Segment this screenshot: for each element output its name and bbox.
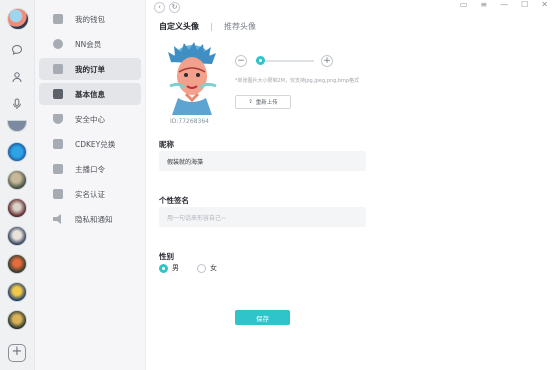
nickname-input[interactable]: 假装就的海藻 bbox=[159, 151, 366, 171]
maximize-icon[interactable]: ☐ bbox=[521, 0, 528, 9]
id-card-icon bbox=[53, 189, 63, 199]
menu-item-label: 隐私和通知 bbox=[75, 214, 113, 224]
signature-label: 个性签名 bbox=[159, 196, 189, 205]
back-icon[interactable]: ‹ bbox=[154, 2, 165, 13]
game-shortcut-icon[interactable] bbox=[7, 310, 27, 330]
menu-item-orders[interactable]: 我的订单 bbox=[39, 58, 141, 80]
menu-item-label: 我的订单 bbox=[75, 64, 105, 74]
avatar-preview bbox=[166, 42, 218, 115]
user-id: ID:77268364 bbox=[170, 118, 209, 125]
game-shortcut-icon[interactable] bbox=[7, 120, 27, 132]
zoom-out-button[interactable]: − bbox=[235, 55, 247, 67]
zoom-slider-thumb[interactable] bbox=[256, 56, 265, 65]
add-icon[interactable]: + bbox=[8, 344, 26, 362]
profile-card-icon bbox=[53, 89, 63, 99]
nickname-label: 昵称 bbox=[159, 140, 174, 149]
menu-item-label: CDKEY兑换 bbox=[75, 139, 116, 149]
game-shortcut-icon[interactable] bbox=[7, 226, 27, 246]
save-button[interactable]: 保存 bbox=[235, 310, 290, 325]
menu-item-security[interactable]: 安全中心 bbox=[39, 108, 141, 130]
close-icon[interactable]: ✕ bbox=[541, 0, 548, 9]
gender-label: 性别 bbox=[159, 252, 174, 261]
game-shortcut-icon[interactable] bbox=[7, 282, 27, 302]
signature-input[interactable]: 用一句话来形容自己~ bbox=[159, 207, 366, 227]
upload-hint: *单张图片大小限制2M，仅支持jpg,jpeg,png,bmp格式 bbox=[235, 78, 360, 84]
tab-custom-avatar[interactable]: 自定义头像 bbox=[159, 21, 199, 32]
menu-item-wallet[interactable]: 我的钱包 bbox=[39, 8, 141, 30]
membership-icon bbox=[53, 39, 63, 49]
gender-radio-male[interactable] bbox=[159, 263, 168, 273]
menu-item-label: NN会员 bbox=[75, 39, 102, 49]
left-rail: + bbox=[0, 0, 35, 370]
menu-item-label: 我的钱包 bbox=[75, 14, 105, 24]
reupload-button[interactable]: ⇪ 重新上传 bbox=[235, 95, 291, 109]
orders-icon bbox=[53, 64, 63, 74]
contacts-icon[interactable] bbox=[9, 69, 25, 85]
game-shortcut-icon[interactable] bbox=[7, 254, 27, 274]
gender-radio-group: 男 女 bbox=[159, 263, 217, 273]
app-window: + 我的钱包 NN会员 我的订单 基本信息 安全中心 CDKEY兑换 主播口令 … bbox=[0, 0, 554, 370]
tab-recommended-avatar[interactable]: 推荐头像 bbox=[224, 21, 256, 32]
wallet-icon bbox=[53, 14, 63, 24]
zoom-slider[interactable] bbox=[256, 56, 314, 65]
game-shortcut-icon[interactable] bbox=[7, 142, 27, 162]
gender-radio-female[interactable] bbox=[197, 263, 206, 273]
speaker-icon bbox=[53, 214, 61, 224]
zoom-in-button[interactable]: + bbox=[321, 55, 333, 67]
skin-icon[interactable]: ▭ bbox=[460, 0, 468, 9]
window-controls: ▭ ≡ — ☐ ✕ bbox=[460, 0, 548, 9]
microphone-icon[interactable] bbox=[9, 96, 25, 112]
refresh-icon[interactable]: ↻ bbox=[169, 2, 180, 13]
menu-item-cdkey[interactable]: CDKEY兑换 bbox=[39, 133, 141, 155]
menu-item-label: 实名认证 bbox=[75, 189, 105, 199]
menu-item-label: 安全中心 bbox=[75, 114, 105, 124]
streamer-code-icon bbox=[53, 164, 63, 174]
gender-option-label: 男 bbox=[172, 264, 179, 272]
menu-icon[interactable]: ≡ bbox=[480, 0, 487, 9]
key-card-icon bbox=[53, 139, 63, 149]
shield-icon bbox=[53, 114, 63, 124]
main-panel: ‹ ↻ ▭ ≡ — ☐ ✕ 自定义头像 推荐头像 ID:77268364 − +… bbox=[146, 0, 554, 370]
menu-item-basic-info[interactable]: 基本信息 bbox=[39, 83, 141, 105]
nav-buttons: ‹ ↻ bbox=[154, 2, 180, 13]
menu-item-privacy[interactable]: 隐私和通知 bbox=[39, 208, 141, 230]
game-shortcut-icon[interactable] bbox=[7, 198, 27, 218]
menu-item-membership[interactable]: NN会员 bbox=[39, 33, 141, 55]
upload-icon: ⇪ bbox=[248, 99, 253, 105]
menu-item-real-name[interactable]: 实名认证 bbox=[39, 183, 141, 205]
reupload-label: 重新上传 bbox=[255, 100, 278, 106]
settings-menu: 我的钱包 NN会员 我的订单 基本信息 安全中心 CDKEY兑换 主播口令 实名… bbox=[35, 0, 146, 370]
game-shortcut-icon[interactable] bbox=[7, 170, 27, 190]
menu-item-streamer-code[interactable]: 主播口令 bbox=[39, 158, 141, 180]
menu-item-label: 基本信息 bbox=[75, 89, 105, 99]
gender-option-label: 女 bbox=[210, 264, 217, 272]
tab-divider bbox=[211, 22, 212, 31]
avatar-tabs: 自定义头像 推荐头像 bbox=[159, 21, 256, 32]
user-avatar[interactable] bbox=[7, 8, 29, 30]
menu-item-label: 主播口令 bbox=[75, 164, 105, 174]
chat-icon[interactable] bbox=[9, 42, 25, 58]
minimize-icon[interactable]: — bbox=[500, 0, 508, 9]
zoom-control: − + bbox=[235, 55, 333, 67]
